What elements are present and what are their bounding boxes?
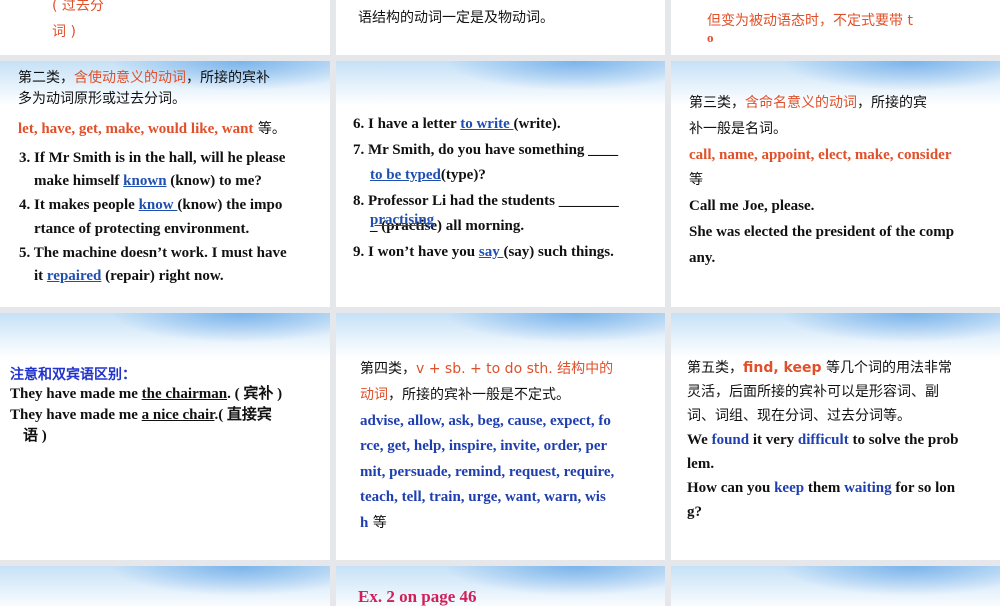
text: 第二类，	[18, 70, 74, 86]
text: ，所接的宾	[857, 95, 927, 111]
text: it	[34, 268, 47, 284]
text: found	[711, 432, 750, 448]
text: (know) to me?	[166, 173, 262, 189]
text: rce, get, help, inspire, invite, order, …	[360, 438, 608, 454]
text: for so lon	[891, 480, 956, 496]
text: ，所接的宾补	[186, 70, 270, 86]
text: advise, allow, ask, beg, cause, expect, …	[360, 413, 611, 429]
text: them	[804, 480, 845, 496]
text: 等。	[253, 121, 286, 137]
text: Call me Joe, please.	[689, 198, 815, 214]
text: 语 )	[23, 428, 47, 444]
text: to solve the prob	[848, 432, 959, 448]
header-decoration	[0, 313, 330, 358]
answer: to write	[460, 116, 514, 132]
text: g?	[687, 504, 702, 520]
text: ( 过去分	[52, 0, 104, 14]
slide-thumbnail-11[interactable]: Ex. 2 on page 46	[336, 566, 665, 606]
text: find, keep	[743, 360, 822, 376]
text: the chairman	[141, 386, 228, 402]
text: (type)?	[440, 167, 486, 183]
answer: known	[123, 173, 167, 189]
text: . ( 宾补 )	[227, 386, 283, 402]
slide-title: Ex. 2 on page 46	[358, 587, 477, 606]
text: it very	[749, 432, 798, 448]
header-decoration	[0, 566, 330, 606]
text: 多为动词原形或过去分词。	[18, 91, 186, 107]
answer: say	[478, 244, 504, 260]
text: rtance of protecting environment.	[34, 221, 250, 237]
text: 6. I have a letter	[353, 116, 461, 132]
text: 3. If Mr Smith is in the hall, will he p…	[19, 150, 286, 166]
text: She was elected the president of the com…	[689, 224, 955, 240]
text: 词、词组、现在分词、过去分词等。	[687, 408, 911, 424]
text: a nice chair	[141, 407, 215, 423]
text: We	[687, 432, 712, 448]
text: lem.	[687, 456, 715, 472]
text: 第五类，	[687, 360, 743, 376]
text: They have made me	[10, 386, 142, 402]
text: 7. Mr Smith, do you have something ____	[353, 142, 619, 158]
text: 语结构的动词一定是及物动词。	[358, 10, 554, 26]
slide-thumbnail-2[interactable]: 语结构的动词一定是及物动词。	[336, 0, 665, 55]
text: 9. I won’t have you	[353, 244, 479, 260]
text: difficult	[797, 432, 849, 448]
answer: know	[138, 197, 178, 213]
text: 5. The machine doesn’t work. I must have	[19, 245, 287, 261]
text: ，所接的宾补一般是不定式。	[388, 387, 570, 403]
text: 等	[689, 172, 703, 188]
answer: repaired	[46, 268, 102, 284]
header-decoration	[336, 61, 665, 106]
text: call, name, appoint, elect, make, consid…	[689, 147, 952, 163]
text: (write).	[513, 116, 561, 132]
text: mit, persuade, remind, request, require,	[360, 464, 615, 480]
text: 4. It makes people	[19, 197, 139, 213]
text: How can you	[687, 480, 775, 496]
header-decoration	[671, 313, 1000, 358]
text: (repair) right now.	[101, 268, 224, 284]
text: o	[707, 30, 714, 45]
slide-thumbnail-4[interactable]: 第二类，含使动意义的动词，所接的宾补 多为动词原形或过去分词。 let, hav…	[0, 61, 330, 307]
text: teach, tell, train, urge, want, warn, wi…	[360, 489, 606, 505]
answer: practising	[370, 212, 435, 228]
text: 词 )	[52, 24, 76, 40]
text: any.	[689, 250, 716, 266]
slide-thumbnail-8[interactable]: 第四类，v + sb. + to do sth. 结构中的 动词，所接的宾补一般…	[336, 313, 665, 560]
text: 等	[368, 515, 387, 531]
text: 灵活，后面所接的宾补可以是形容词、副	[687, 384, 939, 400]
header-decoration	[671, 566, 1000, 606]
text: waiting	[844, 480, 892, 496]
slide-thumbnail-6[interactable]: 第三类，含命名意义的动词，所接的宾 补一般是名词。 call, name, ap…	[671, 61, 1000, 307]
text: (say) such things.	[503, 244, 614, 260]
text: keep	[774, 480, 805, 496]
text: 含使动意义的动词	[74, 70, 186, 86]
header-decoration	[336, 313, 665, 358]
text: 但变为被动语态时，不定式要带 t	[707, 13, 913, 29]
text: let, have, get, make, would like, want	[18, 121, 254, 137]
slide-thumbnail-5[interactable]: 6. I have a letter to write (write). 7. …	[336, 61, 665, 307]
text: 动词	[360, 387, 388, 403]
answer: to be typed	[370, 167, 441, 183]
slide-thumbnail-7[interactable]: 注意和双宾语区别： They have made me the chairman…	[0, 313, 330, 560]
text: (know) the impo	[177, 197, 283, 213]
text: .( 直接宾	[214, 407, 272, 423]
text: 第三类，	[689, 95, 745, 111]
text: v + sb. + to do sth. 结构中的	[416, 361, 614, 377]
slide-thumbnail-3[interactable]: 但变为被动语态时，不定式要带 t o	[671, 0, 1000, 55]
slide-thumbnail-1[interactable]: ( 过去分 词 )	[0, 0, 330, 55]
slide-thumbnail-10[interactable]	[0, 566, 330, 606]
slide-thumbnail-12[interactable]	[671, 566, 1000, 606]
text: 第四类，	[360, 361, 416, 377]
slide-thumbnail-9[interactable]: 第五类，find, keep 等几个词的用法非常 灵活，后面所接的宾补可以是形容…	[671, 313, 1000, 560]
text: make himself	[34, 173, 124, 189]
text: 补一般是名词。	[689, 121, 787, 137]
text: 等几个词的用法非常	[821, 360, 952, 376]
text: They have made me	[10, 407, 142, 423]
text: 含命名意义的动词	[745, 95, 857, 111]
